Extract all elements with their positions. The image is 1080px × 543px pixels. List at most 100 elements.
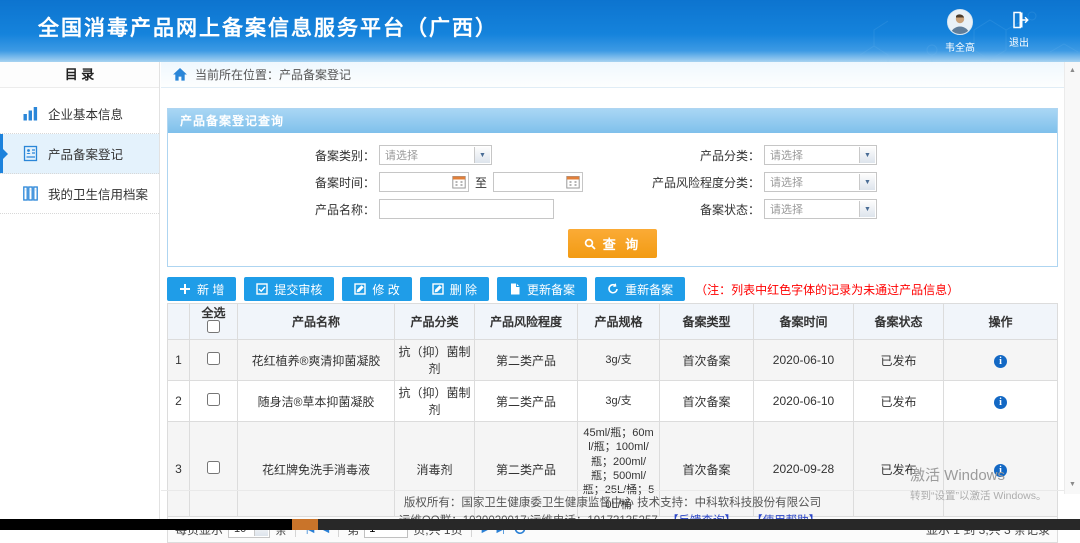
submit-review-button[interactable]: 提交审核	[244, 277, 334, 301]
column-header-product-name: 产品名称	[238, 304, 395, 340]
search-panel-body: 备案类别： 请选择 产品分类： 请选择 备案时间：	[168, 133, 1057, 266]
update-filing-button[interactable]: 更新备案	[497, 277, 587, 301]
row-checkbox[interactable]	[207, 461, 220, 474]
button-label: 提交审核	[274, 281, 322, 298]
delete-icon	[432, 283, 444, 295]
sidebar-item-credit-archive[interactable]: 我的卫生信用档案	[0, 174, 159, 214]
product-name-label: 产品名称：	[168, 201, 379, 218]
filing-status-select[interactable]: 请选择	[764, 199, 877, 219]
row-index: 1	[168, 340, 190, 381]
chevron-down-icon	[474, 147, 490, 163]
cell-product-category: 抗（抑）菌制剂	[395, 381, 475, 422]
chevron-down-icon	[859, 174, 875, 190]
select-all-label: 全选	[192, 307, 235, 320]
logout-label: 退出	[999, 34, 1039, 49]
main-area: 当前所在位置：产品备案登记 产品备案登记查询 备案类别： 请选择 产品分类： 请…	[161, 62, 1064, 519]
bar-chart-icon	[22, 105, 39, 122]
column-header-product-category: 产品分类	[395, 304, 475, 340]
page-title: 全国消毒产品网上备案信息服务平台（广西）	[38, 12, 498, 42]
check-square-icon	[256, 283, 268, 295]
info-icon[interactable]	[994, 355, 1007, 368]
cell-risk-level: 第二类产品	[475, 340, 578, 381]
row-checkbox[interactable]	[207, 352, 220, 365]
query-button[interactable]: 查 询	[568, 229, 658, 258]
sidebar-item-label: 产品备案登记	[48, 144, 123, 163]
product-category-label: 产品分类：	[644, 147, 764, 164]
plus-icon	[179, 283, 191, 295]
button-label: 重新备案	[625, 281, 673, 298]
cell-filing-status: 已发布	[854, 340, 944, 381]
cell-product-name: 随身洁®草本抑菌凝胶	[238, 381, 395, 422]
column-header-filing-type: 备案类型	[660, 304, 754, 340]
select-all-header: 全选	[190, 304, 238, 340]
filing-category-label: 备案类别：	[168, 147, 379, 164]
avatar	[947, 9, 973, 35]
row-number-header	[168, 304, 190, 340]
button-label: 修 改	[372, 281, 399, 298]
vertical-scrollbar[interactable]	[1064, 62, 1080, 494]
table-row: 2 随身洁®草本抑菌凝胶 抗（抑）菌制剂 第二类产品 3g/支 首次备案 202…	[168, 381, 1058, 422]
date-separator: 至	[475, 174, 487, 191]
column-header-filing-date: 备案时间	[754, 304, 854, 340]
cell-spec: 3g/支	[578, 381, 660, 422]
query-button-label: 查 询	[603, 234, 642, 253]
filing-time-label: 备案时间：	[168, 174, 379, 191]
cell-filing-date: 2020-06-10	[754, 340, 854, 381]
user-account-button[interactable]: 韦全高	[938, 9, 982, 54]
product-category-select[interactable]: 请选择	[764, 145, 877, 165]
delete-button[interactable]: 删 除	[420, 277, 489, 301]
file-icon	[509, 283, 521, 295]
filing-table: 全选 产品名称 产品分类 产品风险程度 产品规格 备案类型 备案时间 备案状态 …	[167, 303, 1058, 517]
risk-level-label: 产品风险程度分类：	[644, 174, 764, 191]
calendar-icon[interactable]	[452, 175, 466, 189]
select-value: 请选择	[385, 147, 418, 163]
cell-filing-type: 首次备案	[660, 340, 754, 381]
table-row: 1 花红植养®爽清抑菌凝胶 抗（抑）菌制剂 第二类产品 3g/支 首次备案 20…	[168, 340, 1058, 381]
refile-button[interactable]: 重新备案	[595, 277, 685, 301]
logout-button[interactable]: 退出	[999, 10, 1039, 49]
sidebar-item-product-filing[interactable]: 产品备案登记	[0, 134, 159, 174]
search-panel: 产品备案登记查询 备案类别： 请选择 产品分类： 请选择 备案时间：	[167, 108, 1058, 267]
sidebar-item-company-info[interactable]: 企业基本信息	[0, 94, 159, 134]
filing-status-label: 备案状态：	[644, 201, 764, 218]
edit-icon	[354, 283, 366, 295]
modify-button[interactable]: 修 改	[342, 277, 411, 301]
copyright-line: 版权所有：国家卫生健康委卫生健康监督中心 技术支持：中科软科技股份有限公司	[161, 495, 1064, 513]
add-button[interactable]: 新 增	[167, 277, 236, 301]
cell-risk-level: 第二类产品	[475, 381, 578, 422]
calendar-icon[interactable]	[566, 175, 580, 189]
sidebar: 目 录 企业基本信息	[0, 62, 160, 519]
info-icon[interactable]	[994, 396, 1007, 409]
cell-filing-type: 首次备案	[660, 381, 754, 422]
scrollbar-up-icon[interactable]	[1065, 64, 1080, 78]
button-label: 更新备案	[527, 281, 575, 298]
column-header-operation: 操作	[944, 304, 1058, 340]
info-icon[interactable]	[994, 464, 1007, 477]
scrollbar-down-icon[interactable]	[1065, 478, 1080, 492]
cell-filing-date: 2020-06-10	[754, 381, 854, 422]
row-checkbox[interactable]	[207, 393, 220, 406]
taskbar-strip	[0, 519, 1080, 530]
risk-level-select[interactable]: 请选择	[764, 172, 877, 192]
table-toolbar: 新 增 提交审核 修 改 删 除 更新备案	[167, 277, 1058, 301]
archive-icon	[22, 185, 39, 202]
sidebar-item-label: 我的卫生信用档案	[48, 184, 148, 203]
select-all-checkbox[interactable]	[207, 320, 220, 333]
select-value: 请选择	[770, 201, 803, 217]
app-header: 全国消毒产品网上备案信息服务平台（广西） 韦全高 退出	[0, 0, 1080, 62]
button-label: 新 增	[197, 281, 224, 298]
home-icon[interactable]	[173, 68, 187, 81]
sidebar-item-label: 企业基本信息	[48, 104, 123, 123]
select-value: 请选择	[770, 147, 803, 163]
column-header-risk-level: 产品风险程度	[475, 304, 578, 340]
content-area: 产品备案登记查询 备案类别： 请选择 产品分类： 请选择 备案时间：	[161, 88, 1064, 543]
product-name-input[interactable]	[379, 199, 554, 219]
cell-product-name: 花红植养®爽清抑菌凝胶	[238, 340, 395, 381]
filing-category-select[interactable]: 请选择	[379, 145, 492, 165]
row-index: 2	[168, 381, 190, 422]
sidebar-menu: 企业基本信息 产品备案登记	[0, 88, 159, 214]
cell-spec: 3g/支	[578, 340, 660, 381]
logout-icon	[1009, 19, 1029, 33]
breadcrumb-label: 当前所在位置：产品备案登记	[195, 66, 351, 83]
column-header-spec: 产品规格	[578, 304, 660, 340]
